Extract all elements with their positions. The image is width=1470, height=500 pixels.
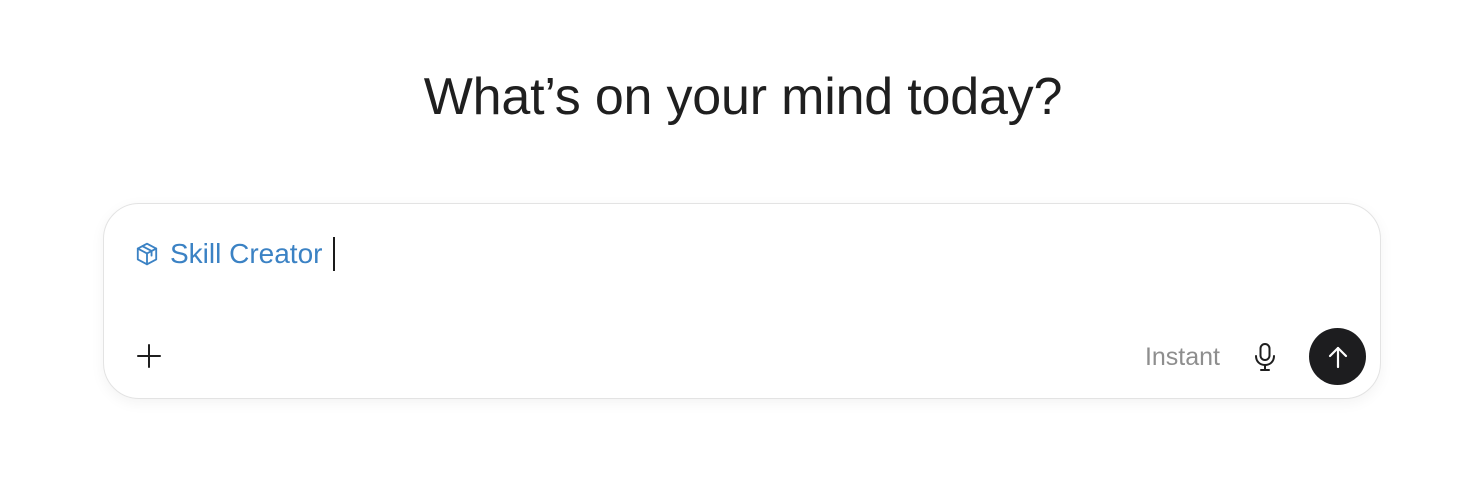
voice-input-button[interactable]: [1250, 341, 1280, 373]
skill-chip-label: Skill Creator: [170, 238, 323, 269]
chat-start-page: What’s on your mind today? Skill Creator: [0, 0, 1470, 500]
page-title: What’s on your mind today?: [423, 68, 1063, 126]
model-mode-selector[interactable]: Instant: [1145, 340, 1220, 374]
arrow-up-icon: [1328, 346, 1347, 368]
prompt-input[interactable]: Skill Creator: [134, 232, 336, 276]
microphone-icon: [1255, 343, 1275, 371]
attach-button[interactable]: [134, 341, 164, 371]
skill-chip[interactable]: Skill Creator: [134, 238, 322, 270]
cube-icon: [134, 241, 160, 267]
plus-icon: [137, 344, 161, 368]
prompt-composer[interactable]: Skill Creator Instant: [103, 203, 1381, 399]
send-button[interactable]: [1309, 328, 1366, 385]
text-cursor: [333, 237, 336, 271]
